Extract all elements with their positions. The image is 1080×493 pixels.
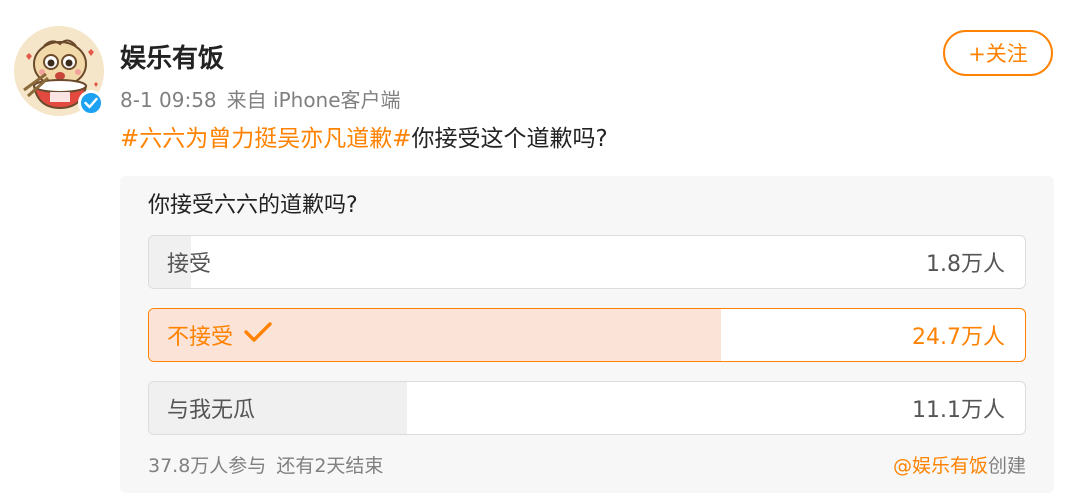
author-name[interactable]: 娱乐有饭 [120,42,224,76]
poll-card: 你接受六六的道歉吗? 接受 1.8万人 不接受 24.7万人 与我无瓜 11.1… [120,176,1054,493]
poll-option-label: 接受 [167,252,212,277]
poll-option-not-accept[interactable]: 不接受 24.7万人 [148,308,1026,362]
follow-button[interactable]: +关注 [943,30,1053,76]
poll-participants: 37.8万人参与 [148,455,267,477]
poll-creator-link[interactable]: @娱乐有饭 [893,455,988,477]
author-avatar[interactable] [14,26,106,118]
post-meta: 8-1 09:58 来自 iPhone客户端 [120,86,401,114]
poll-option-label: 与我无瓜 [167,398,256,423]
poll-option-count: 1.8万人 [926,252,1005,277]
post-content: #六六为曾力挺吴亦凡道歉#你接受这个道歉吗? [120,122,608,156]
poll-option-label: 不接受 [167,309,273,361]
poll-stats: 37.8万人参与 还有2天结束 [148,452,383,480]
poll-option-none-of-my-business[interactable]: 与我无瓜 11.1万人 [148,381,1026,435]
poll-option-accept[interactable]: 接受 1.8万人 [148,235,1026,289]
poll-created-label: 创建 [987,455,1026,477]
hashtag-link[interactable]: #六六为曾力挺吴亦凡道歉# [120,126,412,152]
weibo-post: 娱乐有饭 8-1 09:58 来自 iPhone客户端 +关注 #六六为曾力挺吴亦… [0,0,1080,493]
poll-remaining-time: 还有2天结束 [276,455,384,477]
post-body-text: 你接受这个道歉吗? [411,126,608,152]
poll-question: 你接受六六的道歉吗? [148,193,358,218]
poll-option-count: 11.1万人 [912,398,1005,423]
checkmark-icon [243,321,273,349]
post-date[interactable]: 8-1 09:58 [120,88,217,112]
poll-creator: @娱乐有饭创建 [893,452,1026,480]
poll-option-count: 24.7万人 [912,325,1005,350]
verified-badge-icon [78,90,104,116]
post-source: 来自 iPhone客户端 [226,88,401,112]
